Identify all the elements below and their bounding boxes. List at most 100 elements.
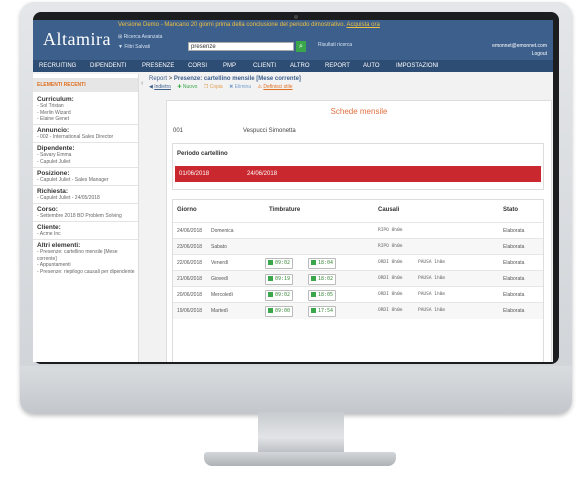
row-causal: ORDI 8h0m <box>378 292 403 297</box>
app-logo[interactable]: Altamira <box>43 29 111 50</box>
collapse-sidebar-icon[interactable]: ‹ <box>141 80 143 87</box>
table-row[interactable]: 23/06/2018 Sabato RIPO 8h0m Elaborata <box>173 238 543 255</box>
row-causal-secondary: PAUSA 1h0m <box>418 292 446 297</box>
clock-out-stamp[interactable]: 18:02 <box>308 274 337 285</box>
clock-in-stamp[interactable]: 09:02 <box>265 258 294 269</box>
sidebar-header: ELEMENTI RECENTI <box>33 78 138 92</box>
clock-in-stamp[interactable]: 09:19 <box>265 274 294 285</box>
clock-out-stamp[interactable]: 18:04 <box>308 258 337 269</box>
nav-dipendenti[interactable]: DIPENDENTI <box>90 60 126 72</box>
new-label: Nuovo <box>182 84 198 90</box>
row-date: 21/06/2018 <box>177 276 203 282</box>
row-state: Elaborata <box>503 276 525 282</box>
table-row[interactable]: 19/06/2018 Martedì 09:00 17:54 ORDI 8h0m… <box>173 302 543 319</box>
row-day: Mercoledì <box>211 292 233 298</box>
column-header-day[interactable]: Giorno <box>177 207 197 213</box>
column-header-stamps[interactable]: Timbrature <box>269 207 300 213</box>
logout-link[interactable]: Logout <box>492 50 547 58</box>
define-style-button[interactable]: ⚠ Definisci stile <box>257 84 292 90</box>
divider <box>33 185 138 186</box>
clock-in-stamp[interactable]: 09:02 <box>265 290 294 301</box>
clock-out-stamp[interactable]: 18:05 <box>308 290 337 301</box>
divider <box>33 124 138 125</box>
search-results-link[interactable]: Risultati ricerca <box>318 42 352 48</box>
section-title: Dipendente: <box>37 145 75 152</box>
row-date: 23/06/2018 <box>177 244 203 250</box>
sidebar-link[interactable]: - Presenze: cartellino mensile [Mese cor… <box>37 249 137 262</box>
timesheet-table: Giorno Timbrature Causali Stato 24/06/20… <box>172 199 544 362</box>
nav-report[interactable]: REPORT <box>325 60 350 72</box>
advanced-search-link[interactable]: ⊞ Ricerca Avanzata <box>118 34 162 40</box>
sidebar-link[interactable]: - Capulet Juliet <box>37 159 137 166</box>
sidebar-link[interactable]: - Elaine Genet <box>37 116 137 123</box>
sidebar-link[interactable]: - Presenze: riepilogo causali per dipend… <box>37 269 137 276</box>
row-state: Elaborata <box>503 308 525 314</box>
row-date: 24/06/2018 <box>177 228 203 234</box>
nav-pmp[interactable]: PMP <box>223 60 236 72</box>
divider <box>33 203 138 204</box>
employee-name: Vespucci Simonetta <box>243 128 296 134</box>
sidebar-link[interactable]: - Acme Inc <box>37 231 137 238</box>
advanced-search-label: Ricerca Avanzata <box>123 34 163 40</box>
table-row[interactable]: 22/06/2018 Venerdì 09:02 18:04 ORDI 8h0m… <box>173 254 543 271</box>
row-state: Elaborata <box>503 244 525 250</box>
clock-in-time: 09:02 <box>275 260 291 266</box>
row-date: 19/06/2018 <box>177 308 203 314</box>
nav-auto[interactable]: AUTO <box>363 60 380 72</box>
row-causal: RIPO 8h0m <box>378 244 403 249</box>
row-state: Elaborata <box>503 292 525 298</box>
new-button[interactable]: ✚ Nuovo <box>177 84 197 90</box>
search-button[interactable]: ⌕ <box>296 41 306 52</box>
nav-clienti[interactable]: CLIENTI <box>253 60 276 72</box>
table-row[interactable]: 20/06/2018 Mercoledì 09:02 18:05 ORDI 8h… <box>173 286 543 303</box>
sidebar-link[interactable]: - Capulet Juliet - 24/05/2018 <box>37 195 137 202</box>
clock-out-time: 18:05 <box>318 292 334 298</box>
search-input[interactable]: presenze <box>188 42 294 51</box>
clock-in-stamp[interactable]: 09:00 <box>265 306 294 317</box>
sidebar-section-corso: Corso: - Settembre 2018 BD Problem Solvi… <box>37 206 137 220</box>
app-screen: Altamira Versione Demo - Mancano 20 gior… <box>33 20 553 362</box>
row-day: Venerdì <box>211 260 229 266</box>
nav-impostazioni[interactable]: IMPOSTAZIONI <box>396 60 439 72</box>
copy-button[interactable]: ❐ Copia <box>204 84 223 90</box>
clock-out-stamp[interactable]: 17:54 <box>308 306 337 317</box>
saved-filters-link[interactable]: ▼ Filtri Salvati <box>118 44 150 50</box>
section-title: Annuncio: <box>37 127 70 134</box>
delete-button[interactable]: ✖ Elimina <box>229 84 251 90</box>
divider <box>33 221 138 222</box>
row-causal-secondary: PAUSA 1h0m <box>418 276 446 281</box>
copy-label: Copia <box>209 84 223 90</box>
sidebar-link[interactable]: - 002 - International Sales Director <box>37 134 137 141</box>
table-row[interactable]: 21/06/2018 Giovedì 09:19 18:02 ORDI 8h0m… <box>173 270 543 287</box>
monitor-stand-neck <box>258 412 344 454</box>
main-content: Report > Presenze: cartellino mensile [M… <box>145 74 553 362</box>
breadcrumb-report-link[interactable]: Report <box>149 76 167 82</box>
sidebar-section-richiesta: Richiesta: - Capulet Juliet - 24/05/2018 <box>37 188 137 202</box>
user-email[interactable]: emonnet@emonnet.com <box>492 42 547 50</box>
nav-presenze[interactable]: PRESENZE <box>142 60 174 72</box>
column-header-state[interactable]: Stato <box>503 207 518 213</box>
column-header-causal[interactable]: Causali <box>378 207 399 213</box>
sidebar-link[interactable]: - Settembre 2018 BD Problem Solving <box>37 213 137 220</box>
sidebar-header-label: ELEMENTI RECENTI <box>37 82 86 88</box>
table-row[interactable]: 24/06/2018 Domenica RIPO 8h0m Elaborata <box>173 222 543 239</box>
card-title: Schede mensile <box>330 107 388 116</box>
sidebar-link[interactable]: - Capulet Juliet - Sales Manager <box>37 177 137 184</box>
monitor-chin <box>20 366 572 414</box>
nav-recruiting[interactable]: RECRUITING <box>39 60 76 72</box>
period-to: 24/06/2018 <box>247 171 278 177</box>
row-date: 20/06/2018 <box>177 292 203 298</box>
row-state: Elaborata <box>503 260 525 266</box>
saved-filters-label: Filtri Salvati <box>124 44 151 50</box>
breadcrumb-separator: > <box>168 76 173 82</box>
buy-now-link[interactable]: Acquista ora <box>346 22 379 28</box>
period-bar: 01/06/2018 24/06/2018 <box>175 166 541 182</box>
nav-corsi[interactable]: CORSI <box>188 60 207 72</box>
row-state: Elaborata <box>503 228 525 234</box>
row-day: Sabato <box>211 244 227 250</box>
clock-out-time: 18:02 <box>318 276 334 282</box>
search-icon: ⌕ <box>299 43 303 50</box>
nav-altro[interactable]: ALTRO <box>290 60 310 72</box>
clock-out-icon <box>311 260 316 265</box>
back-button[interactable]: ◀ Indietro <box>149 84 171 90</box>
